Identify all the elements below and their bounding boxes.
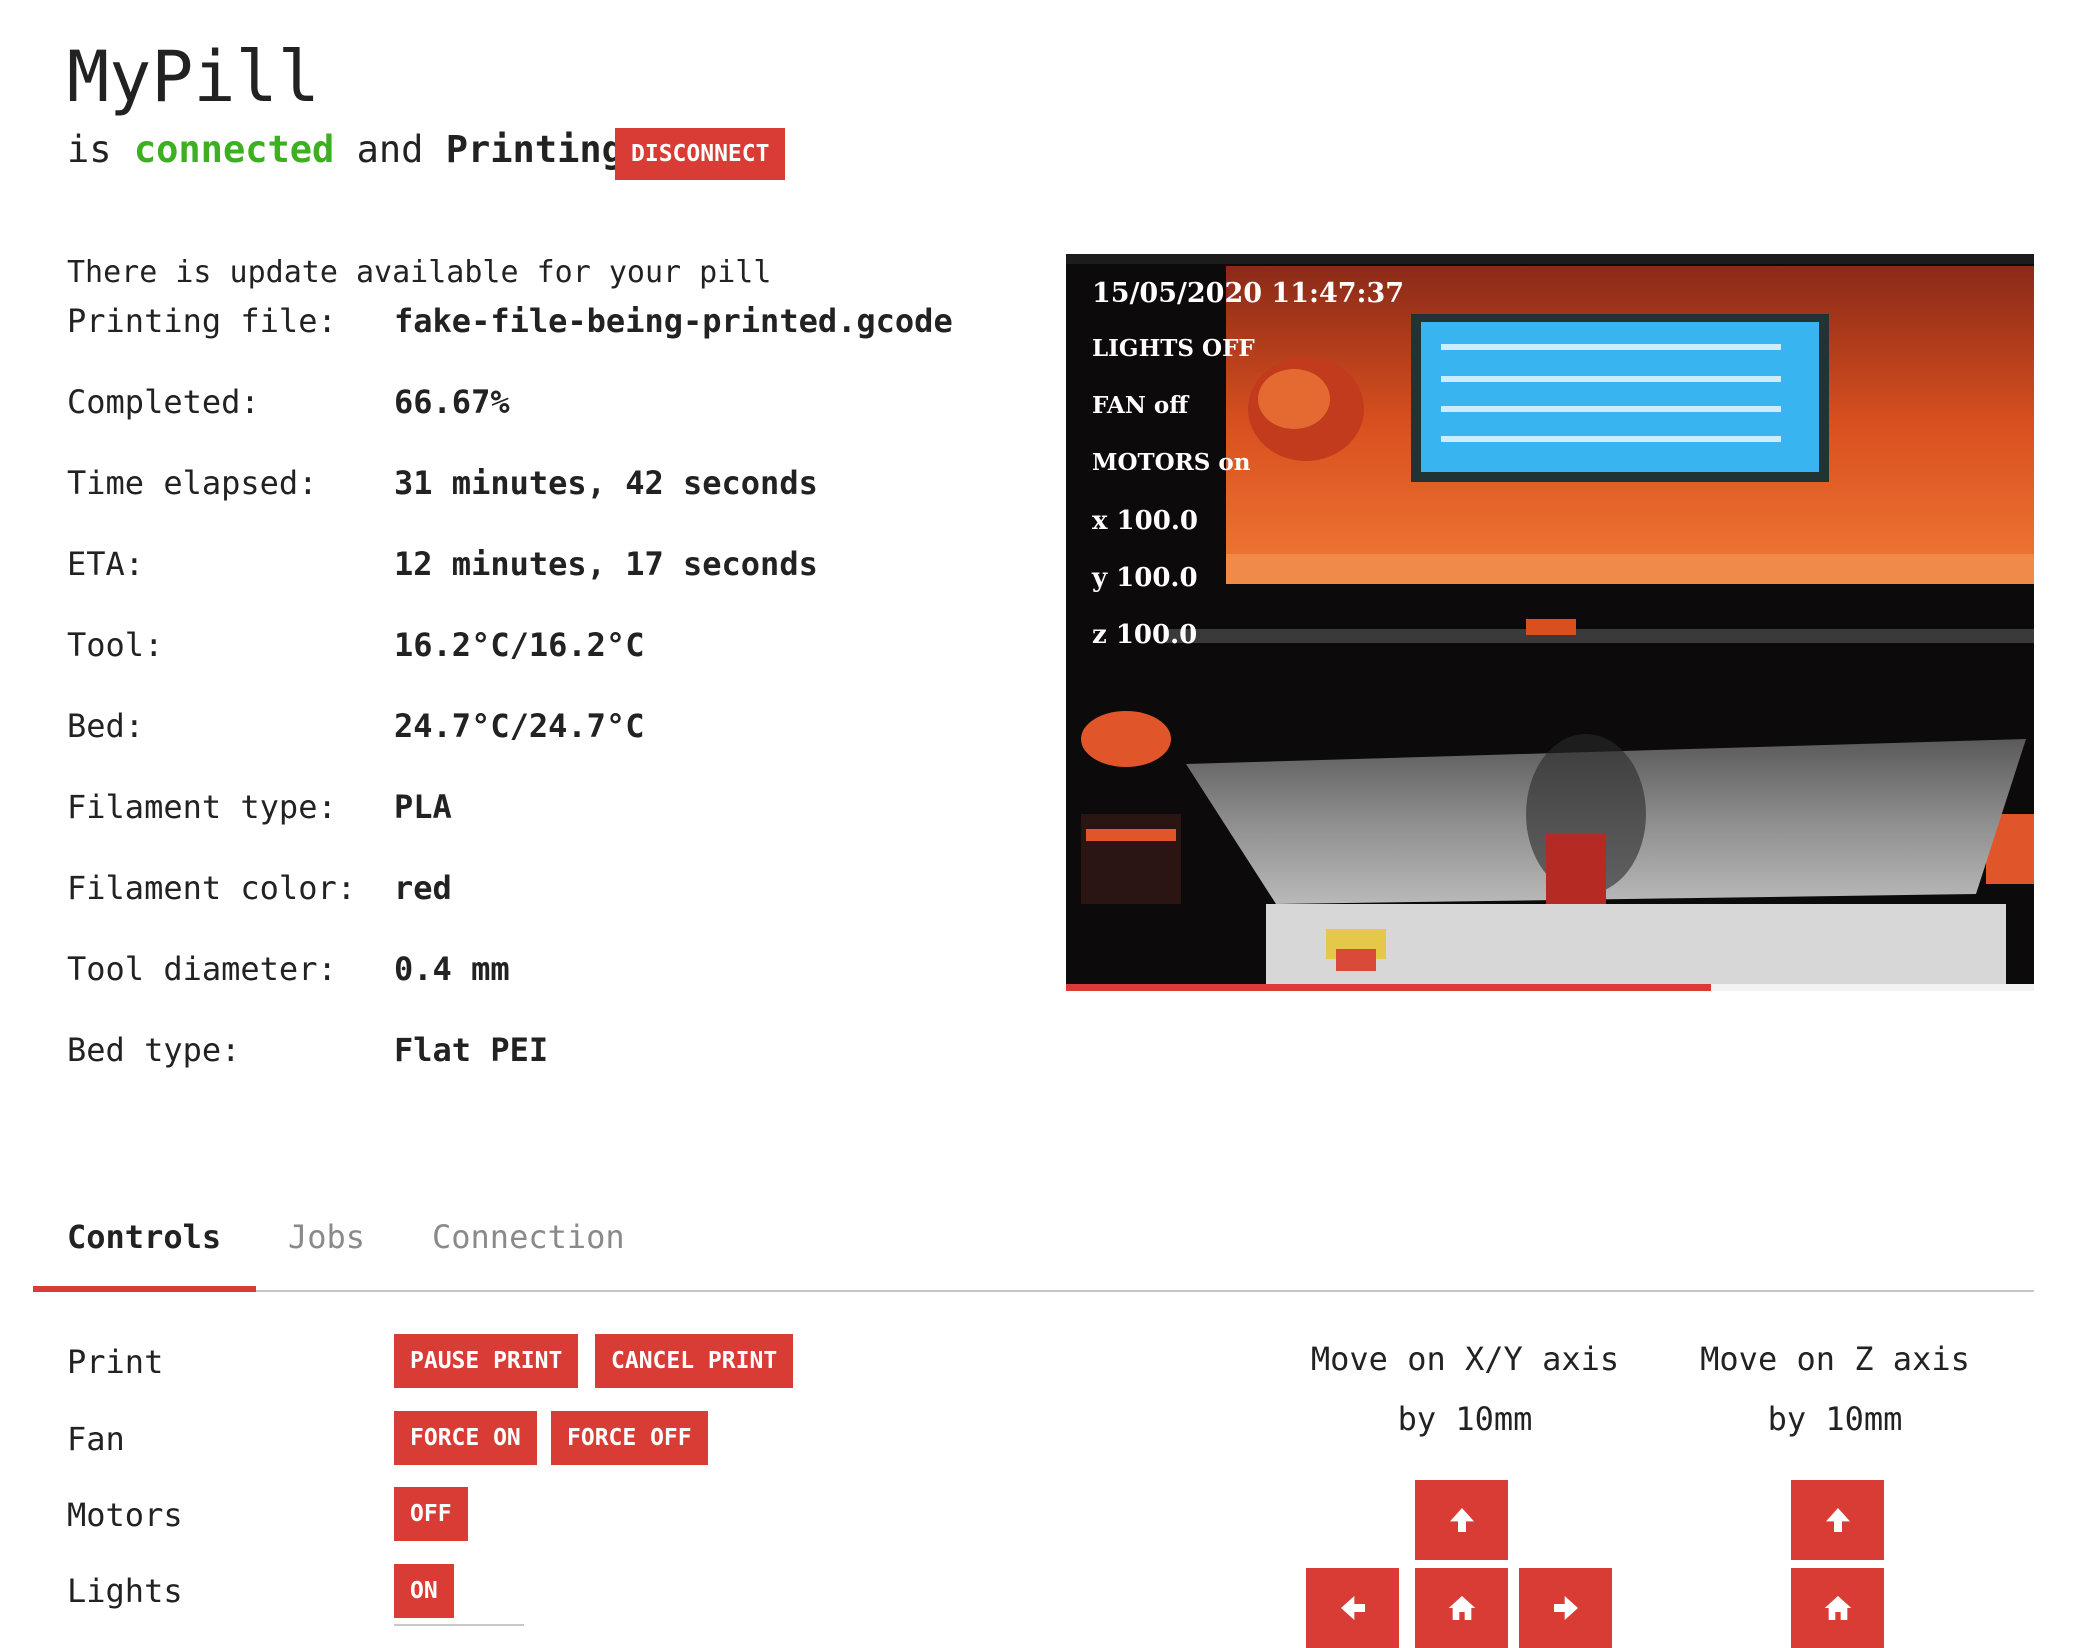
info-label-eta: ETA:	[67, 545, 145, 583]
info-value-tool-diameter: 0.4 mm	[394, 950, 510, 988]
tabs-divider	[33, 1290, 2034, 1292]
control-label-motors: Motors	[67, 1496, 183, 1534]
printer-name-title: MyPill	[67, 36, 320, 118]
camera-y-position: y 100.0	[1092, 563, 1198, 593]
camera-x-position: x 100.0	[1092, 506, 1198, 536]
arrow-up-icon	[1449, 1508, 1474, 1532]
update-notice: There is update available for your pill	[67, 255, 772, 290]
home-z-button[interactable]	[1791, 1568, 1884, 1648]
camera-motors-status: MOTORS on	[1092, 449, 1251, 476]
info-label-tool: Tool:	[67, 626, 164, 664]
info-value-bed: 24.7°C/24.7°C	[394, 707, 645, 745]
print-state: Printing	[445, 128, 624, 171]
info-value-completed: 66.67%	[394, 383, 510, 421]
control-label-print: Print	[67, 1343, 164, 1381]
move-z-up-button[interactable]	[1791, 1480, 1884, 1560]
info-label-printing-file: Printing file:	[67, 302, 337, 340]
camera-z-position: z 100.0	[1092, 620, 1198, 650]
fan-force-off-button[interactable]: FORCE OFF	[551, 1411, 708, 1465]
home-xy-button[interactable]	[1415, 1568, 1508, 1648]
motors-off-button[interactable]: OFF	[394, 1487, 468, 1541]
control-label-lights: Lights	[67, 1572, 183, 1610]
connection-status-line: is connected and Printing	[67, 128, 624, 171]
camera-fan-status: FAN off	[1092, 392, 1189, 419]
print-progress-fill	[1066, 984, 1712, 991]
info-label-tool-diameter: Tool diameter:	[67, 950, 337, 988]
camera-timestamp: 15/05/2020 11:47:37	[1092, 278, 1405, 309]
arrow-up-icon	[1825, 1508, 1850, 1532]
pause-print-button[interactable]: PAUSE PRINT	[394, 1334, 579, 1388]
tab-connection[interactable]: Connection	[432, 1218, 625, 1256]
tab-jobs[interactable]: Jobs	[288, 1218, 365, 1256]
disconnect-button[interactable]: DISCONNECT	[615, 128, 786, 180]
control-label-fan: Fan	[67, 1420, 125, 1458]
info-label-bed-type: Bed type:	[67, 1031, 241, 1069]
info-value-filament-type: PLA	[394, 788, 452, 826]
home-icon	[1448, 1596, 1475, 1620]
info-value-filament-color: red	[394, 869, 452, 907]
print-progress-bar	[1066, 984, 2034, 991]
info-value-time-elapsed: 31 minutes, 42 seconds	[394, 464, 818, 502]
z-axis-title: Move on Z axis	[1700, 1340, 1970, 1378]
arrow-right-icon	[1553, 1596, 1578, 1620]
cancel-print-button[interactable]: CANCEL PRINT	[595, 1334, 794, 1388]
status-mid: and	[356, 128, 424, 171]
home-icon	[1824, 1596, 1851, 1620]
info-label-bed: Bed:	[67, 707, 145, 745]
camera-feed: 15/05/2020 11:47:37 LIGHTS OFF FAN off M…	[1066, 254, 2034, 984]
move-x-right-button[interactable]	[1519, 1568, 1612, 1648]
info-label-filament-color: Filament color:	[67, 869, 356, 907]
info-label-completed: Completed:	[67, 383, 260, 421]
lights-on-button[interactable]: ON	[394, 1564, 454, 1618]
connection-status: connected	[133, 128, 335, 171]
status-prefix: is	[67, 128, 112, 171]
active-tab-indicator	[33, 1286, 256, 1292]
info-label-filament-type: Filament type:	[67, 788, 337, 826]
info-label-time-elapsed: Time elapsed:	[67, 464, 318, 502]
info-value-bed-type: Flat PEI	[394, 1031, 549, 1069]
camera-lights-status: LIGHTS OFF	[1092, 335, 1255, 362]
move-y-up-button[interactable]	[1415, 1480, 1508, 1560]
info-value-tool: 16.2°C/16.2°C	[394, 626, 645, 664]
xy-step-label: by 10mm	[1397, 1400, 1533, 1438]
move-x-left-button[interactable]	[1306, 1568, 1399, 1648]
tab-controls[interactable]: Controls	[67, 1218, 221, 1256]
z-step-label: by 10mm	[1767, 1400, 1903, 1438]
xy-axis-title: Move on X/Y axis	[1310, 1340, 1620, 1378]
fan-force-on-button[interactable]: FORCE ON	[394, 1411, 537, 1465]
info-value-eta: 12 minutes, 17 seconds	[394, 545, 818, 583]
info-value-printing-file: fake-file-being-printed.gcode	[394, 302, 953, 340]
arrow-left-icon	[1340, 1596, 1365, 1620]
